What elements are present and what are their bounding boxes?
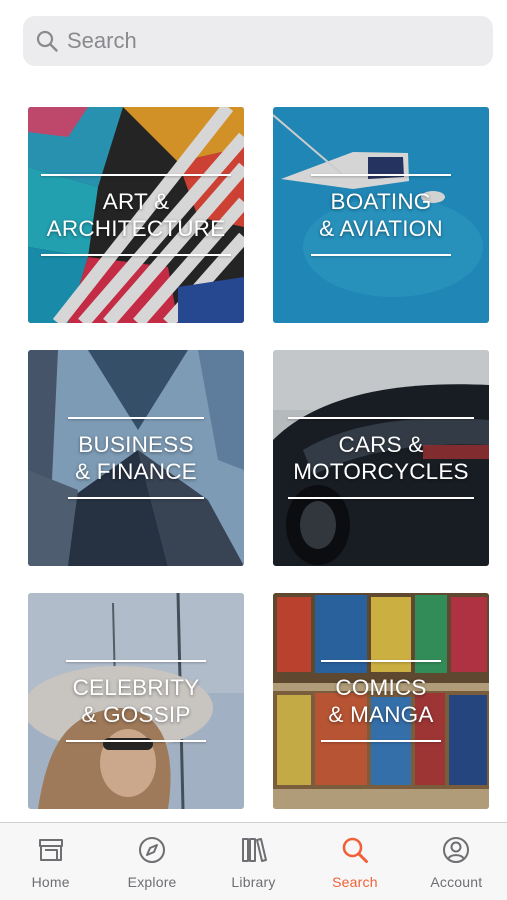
category-tile-cars-motorcycles[interactable]: CARS & MOTORCYCLES (273, 350, 489, 566)
category-label: BOATING & AVIATION (319, 189, 443, 241)
category-label: COMICS & MANGA (328, 675, 434, 727)
compass-icon (139, 837, 166, 863)
store-icon (38, 839, 63, 861)
category-label: ART & ARCHITECTURE (46, 189, 226, 241)
tab-label: Home (31, 874, 70, 890)
category-tile-art-architecture[interactable]: ART & ARCHITECTURE (28, 107, 244, 323)
divider-bottom (321, 740, 441, 742)
tab-label: Search (332, 874, 378, 890)
tab-search[interactable]: Search (304, 823, 405, 900)
tab-bar: Home Explore Library Search Account (0, 822, 507, 900)
category-tile-celebrity-gossip[interactable]: CELEBRITY & GOSSIP (28, 593, 244, 809)
divider-bottom (41, 254, 231, 256)
search-icon (36, 30, 58, 52)
category-label: CARS & MOTORCYCLES (293, 432, 469, 484)
account-icon (443, 837, 470, 863)
category-tile-boating-aviation[interactable]: BOATING & AVIATION (273, 107, 489, 323)
category-tile-comics-manga[interactable]: COMICS & MANGA (273, 593, 489, 809)
tab-account[interactable]: Account (406, 823, 507, 900)
search-icon (342, 837, 368, 863)
divider-bottom (311, 254, 451, 256)
category-tile-business-finance[interactable]: BUSINESS & FINANCE (28, 350, 244, 566)
search-bar[interactable] (23, 16, 493, 66)
tab-explore[interactable]: Explore (101, 823, 202, 900)
category-label: BUSINESS & FINANCE (75, 432, 197, 484)
tab-home[interactable]: Home (0, 823, 101, 900)
tab-label: Explore (127, 874, 177, 890)
library-icon (241, 838, 267, 862)
category-label: CELEBRITY & GOSSIP (72, 675, 200, 727)
divider-bottom (288, 497, 474, 499)
tab-library[interactable]: Library (203, 823, 304, 900)
tab-label: Account (430, 874, 483, 890)
divider-bottom (68, 497, 204, 499)
divider-bottom (66, 740, 206, 742)
tab-label: Library (231, 874, 276, 890)
search-input[interactable] (67, 21, 467, 61)
